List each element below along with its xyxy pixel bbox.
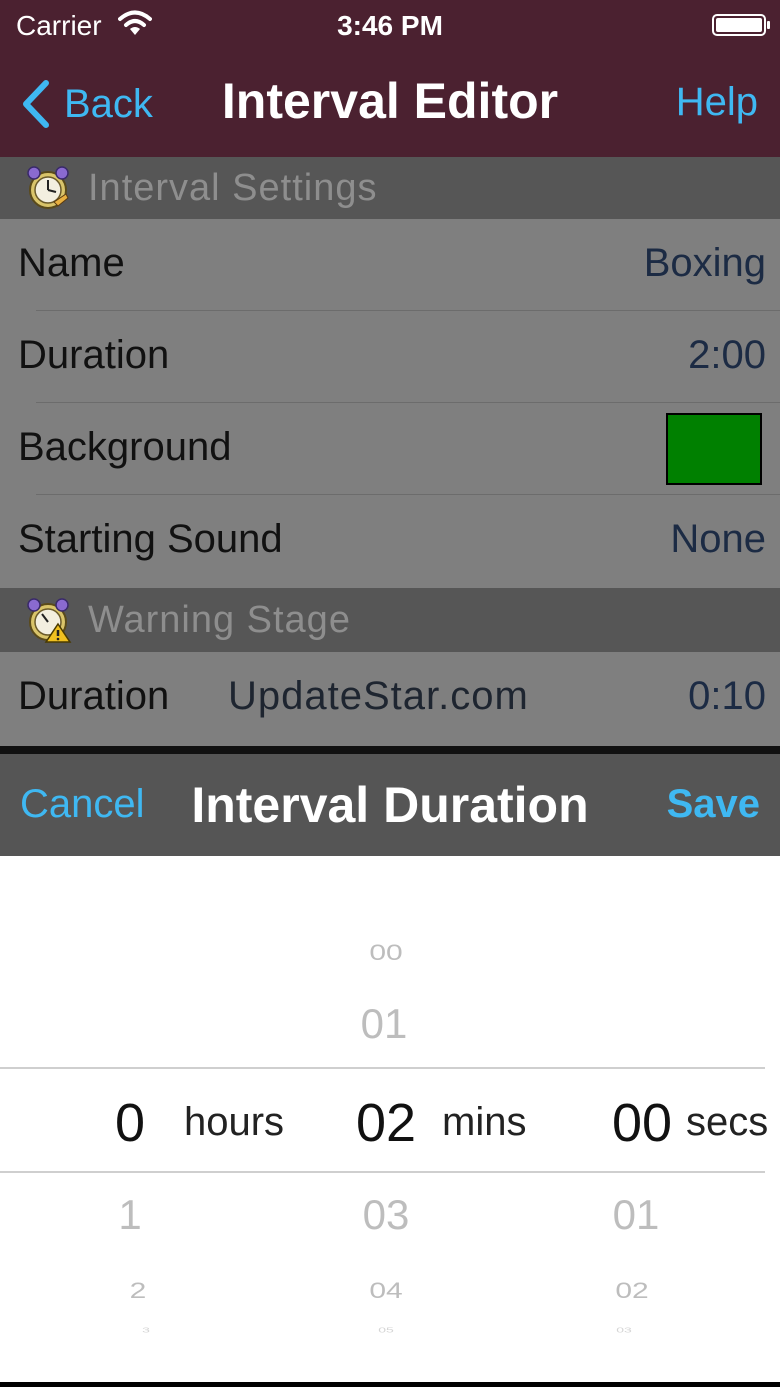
warning-duration-value: 0:10 [688,674,766,718]
watermark-text: UpdateStar.com [228,674,529,718]
secs-selected[interactable]: 00 [590,1092,694,1154]
selection-line-bottom [0,1171,765,1173]
mins-unit-label: mins [442,1100,527,1144]
mins-option[interactable]: 03 [336,1191,436,1239]
hours-option[interactable]: 2 [98,1278,178,1304]
hours-option[interactable]: 1 [90,1191,170,1239]
background-row[interactable]: Background [0,403,780,495]
alarm-warning-icon [27,598,72,643]
secs-unit-label: secs [686,1100,769,1144]
picker-toolbar: Cancel Interval Duration Save [0,754,780,856]
hours-selected[interactable]: 0 [90,1092,170,1154]
secs-option[interactable]: 01 [586,1191,686,1239]
mins-option[interactable]: 04 [336,1278,436,1304]
duration-label: Duration [18,333,170,377]
name-label: Name [18,241,125,285]
save-button[interactable]: Save [667,782,760,827]
picker-border [0,746,780,754]
hours-unit-label: hours [184,1100,285,1144]
battery-icon [712,14,770,36]
page-title: Interval Editor [221,73,559,129]
mins-option[interactable]: 00 [336,940,436,966]
hours-option[interactable]: 3 [106,1326,186,1334]
duration-picker[interactable]: 0 hours 1 2 3 00 01 02 mins 03 04 05 00 … [0,856,780,1382]
duration-value: 2:00 [688,333,766,377]
secs-option[interactable]: 03 [574,1326,674,1334]
starting-sound-value: None [670,517,766,561]
mins-option[interactable]: 05 [336,1326,436,1334]
duration-row[interactable]: Duration 2:00 [0,311,780,403]
status-bar: Carrier 3:46 PM [0,0,780,54]
section-title: Warning Stage [88,598,351,641]
alarm-clock-icon [27,166,69,209]
starting-sound-label: Starting Sound [18,517,283,561]
section-header-interval-settings: Interval Settings [0,157,780,219]
home-indicator-bar [0,1382,780,1387]
selection-line-top [0,1067,765,1069]
background-label: Background [18,425,232,469]
status-time: 3:46 PM [337,10,443,41]
navigation-bar: Carrier 3:46 PM Back Interval Editor Hel… [0,0,780,157]
picker-title: Interval Duration [191,777,589,833]
section-title: Interval Settings [88,166,378,209]
starting-sound-row[interactable]: Starting Sound None [0,495,780,587]
warning-duration-label: Duration [18,674,170,718]
mins-option[interactable]: 01 [334,1000,434,1048]
secs-option[interactable]: 02 [582,1278,682,1304]
mins-selected[interactable]: 02 [334,1092,438,1154]
name-value: Boxing [643,241,766,285]
name-row[interactable]: Name Boxing [0,219,780,311]
warning-duration-row[interactable]: Duration UpdateStar.com 0:10 [0,652,780,744]
background-color-swatch[interactable] [666,413,762,485]
section-header-warning-stage: Warning Stage [0,588,780,652]
screen: Carrier 3:46 PM Back Interval Editor Hel… [0,0,780,1387]
help-button[interactable]: Help [676,80,758,125]
